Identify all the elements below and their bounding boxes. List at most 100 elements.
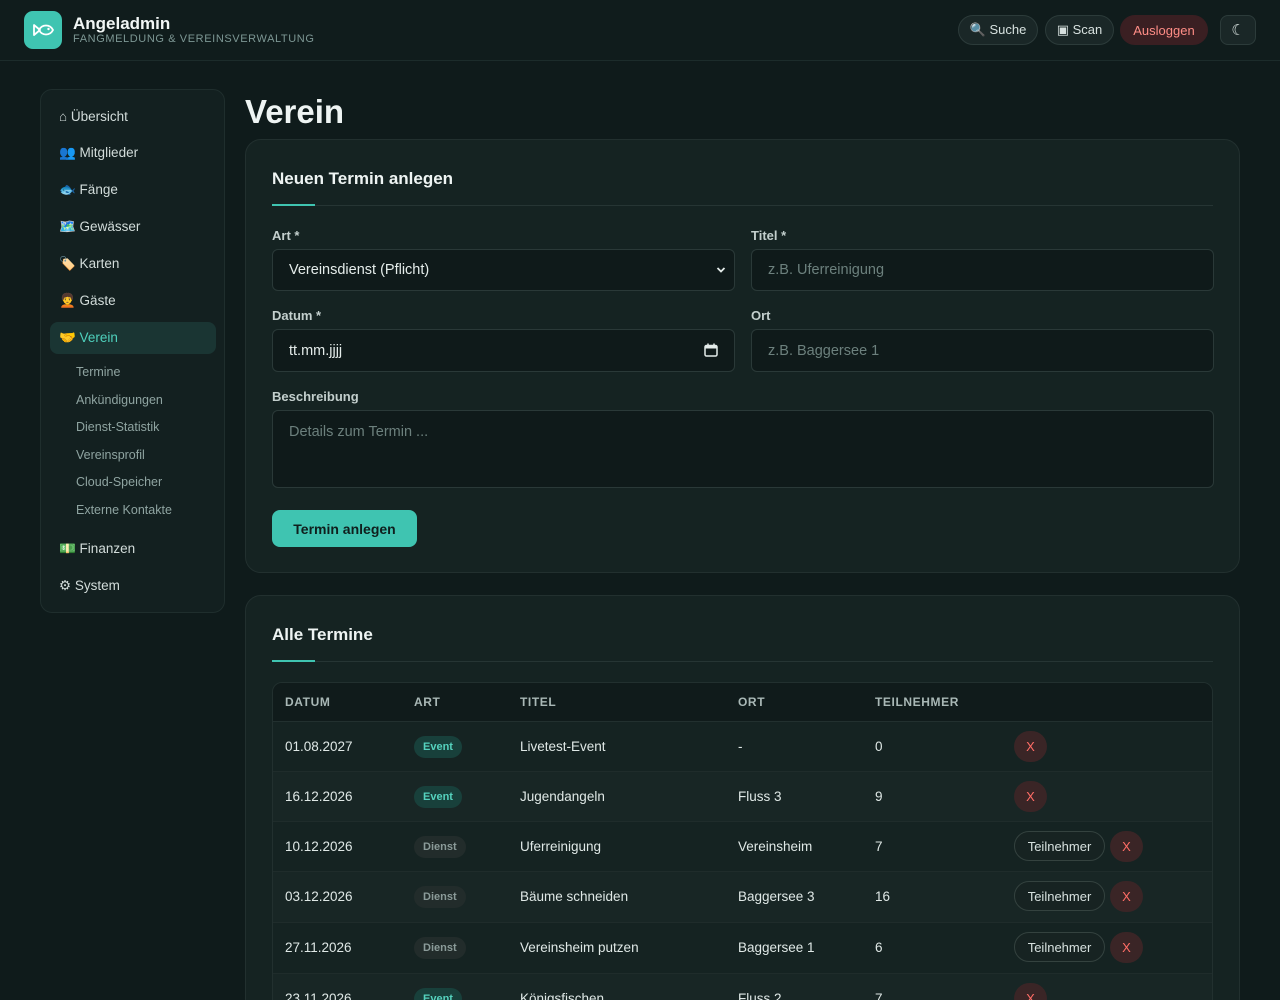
type-badge: Event (414, 988, 462, 1000)
cell-titel: Livetest-Event (520, 739, 606, 754)
table-row: 01.08.2027 Event Livetest-Event - 0 X (273, 722, 1212, 772)
divider (272, 205, 1213, 206)
cell-datum: 27.11.2026 (285, 940, 352, 955)
new-event-title: Neuen Termin anlegen (272, 169, 454, 188)
cell-titel: Vereinsheim putzen (520, 940, 639, 955)
cell-datum: 10.12.2026 (285, 839, 353, 854)
cell-ort: Baggersee 1 (738, 940, 815, 955)
sidebar-subitem-cloud-speicher[interactable]: Cloud-Speicher (76, 475, 162, 489)
beschreibung-label: Beschreibung (272, 389, 359, 404)
sidebar-item-faenge[interactable]: 🐟 Fänge (50, 174, 216, 206)
table-row: 27.11.2026 Dienst Vereinsheim putzen Bag… (273, 923, 1212, 974)
cell-ort: Fluss 3 (738, 789, 782, 804)
type-badge: Dienst (414, 886, 466, 908)
delete-button[interactable]: X (1110, 881, 1143, 912)
events-table: DATUM ART TITEL ORT TEILNEHMER 01.08.202… (272, 682, 1213, 1000)
cell-datum: 01.08.2027 (285, 739, 353, 754)
column-header-titel[interactable]: TITEL (520, 695, 556, 709)
all-events-title: Alle Termine (272, 625, 373, 644)
cell-teilnehmer: 7 (875, 991, 883, 1000)
sidebar-item-verein[interactable]: 🤝 Verein (50, 322, 216, 354)
search-button[interactable]: 🔍 Suche (958, 15, 1038, 45)
datum-input-value: tt.mm.jjjj (289, 342, 343, 359)
sidebar-subitem-ankuendigungen[interactable]: Ankündigungen (76, 393, 163, 407)
delete-button[interactable]: X (1014, 731, 1047, 762)
divider (272, 661, 1213, 662)
sidebar-item-gaeste[interactable]: 🧑‍🦱 Gäste (50, 285, 216, 317)
table-row: 03.12.2026 Dienst Bäume schneiden Bagger… (273, 872, 1212, 923)
art-label: Art * (272, 228, 300, 243)
ort-label: Ort (751, 308, 771, 323)
app-title: Angeladmin (73, 14, 171, 33)
datum-label: Datum * (272, 308, 322, 323)
cell-titel: Uferreinigung (520, 839, 602, 854)
art-select-value: Vereinsdienst (Pflicht) (289, 262, 430, 278)
sidebar-subitem-dienst-statistik[interactable]: Dienst-Statistik (76, 420, 159, 434)
new-event-card: Neuen Termin anlegen Art * Vereinsdienst… (245, 139, 1240, 573)
cell-titel: Jugendangeln (520, 789, 605, 804)
delete-button[interactable]: X (1014, 781, 1047, 812)
sidebar: ⌂ Übersicht 👥 Mitglieder 🐟 Fänge 🗺️ Gewä… (40, 89, 225, 613)
app-subtitle: FANGMELDUNG & VEREINSVERWALTUNG (73, 33, 315, 45)
logout-button[interactable]: Ausloggen (1120, 15, 1208, 45)
column-header-art[interactable]: ART (414, 695, 440, 709)
sidebar-item-finanzen[interactable]: 💵 Finanzen (50, 533, 216, 565)
type-badge: Event (414, 736, 462, 758)
cell-ort: Fluss 2 (738, 991, 782, 1000)
cell-titel: Bäume schneiden (520, 889, 629, 904)
cell-titel: Königsfischen (520, 991, 605, 1000)
sidebar-subitem-vereinsprofil[interactable]: Vereinsprofil (76, 448, 145, 462)
scan-button[interactable]: ▣ Scan (1045, 15, 1114, 45)
type-badge: Event (414, 786, 462, 808)
cell-teilnehmer: 9 (875, 789, 883, 804)
delete-button[interactable]: X (1110, 831, 1143, 862)
calendar-icon[interactable] (704, 343, 718, 357)
cell-ort: - (738, 739, 743, 754)
chevron-down-icon (716, 267, 726, 273)
titel-input[interactable]: z.B. Uferreinigung (751, 249, 1214, 291)
column-header-datum[interactable]: DATUM (285, 695, 330, 709)
cell-teilnehmer: 7 (875, 839, 883, 854)
ort-input[interactable]: z.B. Baggersee 1 (751, 329, 1214, 372)
table-header: DATUM ART TITEL ORT TEILNEHMER (273, 683, 1212, 722)
top-bar: Angeladmin FANGMELDUNG & VEREINSVERWALTU… (0, 0, 1280, 61)
sidebar-item-karten[interactable]: 🏷️ Karten (50, 248, 216, 280)
sidebar-item-gewaesser[interactable]: 🗺️ Gewässer (50, 211, 216, 243)
table-row: 23.11.2026 Event Königsfischen Fluss 2 7… (273, 974, 1212, 1000)
cell-teilnehmer: 6 (875, 940, 883, 955)
participants-button[interactable]: Teilnehmer (1014, 932, 1105, 962)
delete-button[interactable]: X (1014, 983, 1047, 1000)
sidebar-item-mitglieder[interactable]: 👥 Mitglieder (50, 137, 216, 169)
column-header-ort[interactable]: ORT (738, 695, 765, 709)
theme-toggle-button[interactable]: ☾ (1220, 15, 1256, 45)
table-row: 16.12.2026 Event Jugendangeln Fluss 3 9 … (273, 772, 1212, 822)
cell-datum: 03.12.2026 (285, 889, 353, 904)
cell-teilnehmer: 0 (875, 739, 883, 754)
cell-datum: 16.12.2026 (285, 789, 353, 804)
sidebar-subitem-termine[interactable]: Termine (76, 365, 120, 379)
beschreibung-textarea[interactable]: Details zum Termin ... (272, 410, 1214, 488)
table-row: 10.12.2026 Dienst Uferreinigung Vereinsh… (273, 822, 1212, 872)
art-select[interactable]: Vereinsdienst (Pflicht) (272, 249, 735, 291)
titel-label: Titel * (751, 228, 787, 243)
title-accent (272, 660, 315, 662)
title-accent (272, 204, 315, 206)
cell-teilnehmer: 16 (875, 889, 891, 904)
fish-logo-icon[interactable] (24, 11, 62, 49)
create-event-button[interactable]: Termin anlegen (272, 510, 417, 547)
type-badge: Dienst (414, 836, 466, 858)
cell-ort: Baggersee 3 (738, 889, 815, 904)
type-badge: Dienst (414, 937, 466, 959)
delete-button[interactable]: X (1110, 932, 1143, 963)
all-events-card: Alle Termine DATUM ART TITEL ORT TEILNEH… (245, 595, 1240, 1000)
column-header-teilnehmer[interactable]: TEILNEHMER (875, 695, 959, 709)
participants-button[interactable]: Teilnehmer (1014, 831, 1105, 861)
datum-input[interactable]: tt.mm.jjjj (272, 329, 735, 372)
participants-button[interactable]: Teilnehmer (1014, 881, 1105, 911)
sidebar-item-uebersicht[interactable]: ⌂ Übersicht (50, 100, 216, 132)
cell-datum: 23.11.2026 (285, 991, 352, 1000)
sidebar-item-system[interactable]: ⚙ System (50, 570, 216, 602)
sidebar-subitem-externe-kontakte[interactable]: Externe Kontakte (76, 503, 172, 517)
cell-ort: Vereinsheim (738, 839, 813, 854)
page-title: Verein (245, 93, 345, 130)
